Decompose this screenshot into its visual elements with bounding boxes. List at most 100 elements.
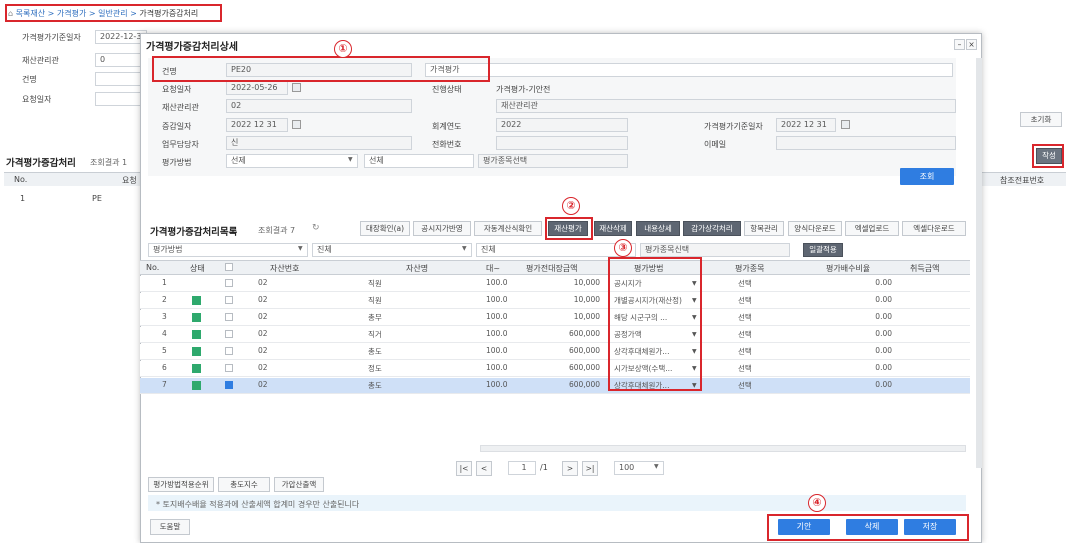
col-header: 자산번호: [270, 264, 300, 273]
row-checkbox[interactable]: [225, 381, 233, 389]
asset-name: 정도: [368, 364, 382, 373]
minimize-button[interactable]: –: [954, 39, 965, 50]
method-select[interactable]: 선제: [226, 154, 358, 168]
chevron-down-icon[interactable]: ▼: [298, 245, 303, 252]
method-label: 평가방법: [162, 158, 192, 167]
pager-page-input[interactable]: 1: [508, 461, 536, 475]
chevron-down-icon[interactable]: ▼: [348, 156, 353, 163]
toolbar-button[interactable]: 대장확인(a): [360, 221, 410, 236]
asset-code: 02: [258, 329, 268, 338]
price-date-label: 가격평가기준일자: [22, 33, 81, 42]
chevron-down-icon[interactable]: ▼: [462, 245, 467, 252]
item-select[interactable]: 선택: [738, 312, 752, 323]
select-all-checkbox[interactable]: [225, 263, 233, 271]
row-no: 7: [162, 380, 167, 389]
row-checkbox[interactable]: [225, 279, 233, 287]
row-checkbox[interactable]: [225, 313, 233, 321]
asset-code: 02: [258, 380, 268, 389]
method-column-highlight: [608, 257, 702, 391]
depreciation-button[interactable]: 감가상각처리: [683, 221, 741, 236]
asset-code: 02: [258, 363, 268, 372]
col-header: 대~: [486, 264, 501, 273]
multiplier: 0.00: [875, 380, 892, 389]
table-row[interactable]: 3 02 총무 100.0 10,000 해당 시군구의 ... ▼ 선택 0.00: [140, 310, 970, 326]
refresh-icon[interactable]: ↻: [312, 223, 320, 233]
amount: 600,000: [568, 329, 600, 338]
pager-last-button[interactable]: >|: [582, 461, 598, 476]
item-select[interactable]: 선택: [738, 380, 752, 391]
toolbar-button[interactable]: 항목관리: [744, 221, 784, 236]
toolbar-button[interactable]: 자동계산식확인: [474, 221, 542, 236]
bottom-tab[interactable]: 가압산출액: [274, 477, 324, 492]
pager-prev-button[interactable]: <: [476, 461, 492, 476]
item-select[interactable]: 선택: [738, 363, 752, 374]
subject-highlight: [152, 56, 490, 82]
pager-next-button[interactable]: >: [562, 461, 578, 476]
ratio-d: 100.0: [486, 295, 508, 304]
method-select-3[interactable]: 평가종목선택: [478, 154, 628, 168]
toolbar-button[interactable]: 엑셀업로드: [845, 221, 899, 236]
apply-all-button[interactable]: 일괄적용: [803, 243, 843, 257]
bg-col-no: No.: [14, 175, 28, 184]
reset-button[interactable]: 초기화: [1020, 112, 1062, 127]
col-header: 취득금액: [910, 264, 940, 273]
table-row[interactable]: 6 02 정도 100.0 600,000 시가보상액(수택... ▼ 선택 0.00: [140, 361, 970, 377]
price-base-field[interactable]: 2022 12 31: [776, 118, 836, 132]
callout-4: ④: [808, 494, 826, 512]
asset-name: 총무: [368, 313, 382, 322]
status-icon: [192, 381, 201, 390]
table-row[interactable]: 2 02 직원 100.0 10,000 개별공시지가(재산정) ▼ 선택 0.00: [140, 293, 970, 309]
method-select-2[interactable]: 선체: [364, 154, 474, 168]
email-field[interactable]: [776, 136, 956, 150]
asset-mgr-field[interactable]: 02: [226, 99, 412, 113]
toolbar-highlight: [545, 217, 593, 240]
request-date-field[interactable]: 2022-05-26: [226, 81, 288, 95]
multiplier: 0.00: [875, 295, 892, 304]
filter-method[interactable]: 평가방법: [148, 243, 308, 257]
fiscal-year-field[interactable]: 2022: [496, 118, 628, 132]
subject-type-field[interactable]: 가격평가: [425, 63, 953, 77]
chevron-down-icon[interactable]: ▼: [654, 463, 659, 470]
ratio-d: 100.0: [486, 278, 508, 287]
calendar-icon[interactable]: [292, 83, 301, 92]
item-select[interactable]: 선택: [738, 278, 752, 289]
table-row[interactable]: 1 02 직원 100.0 10,000 공시지가 ▼ 선택 0.00: [140, 276, 970, 292]
phone-field[interactable]: [496, 136, 628, 150]
bottom-tab[interactable]: 총도지수: [218, 477, 270, 492]
table-row[interactable]: 5 02 총도 100.0 600,000 상각후대체원가... ▼ 선택 0.00: [140, 344, 970, 360]
row-checkbox[interactable]: [225, 296, 233, 304]
filter-item[interactable]: 평가종목신택: [640, 243, 790, 257]
worker-field[interactable]: 신: [226, 136, 412, 150]
row-checkbox[interactable]: [225, 347, 233, 355]
amount: 10,000: [573, 312, 600, 321]
table-row[interactable]: 4 02 직거 100.0 600,000 공정가액 ▼ 선택 0.00: [140, 327, 970, 343]
asset-delete-button[interactable]: 재산삭제: [594, 221, 632, 236]
change-date-field[interactable]: 2022 12 31: [226, 118, 288, 132]
bottom-tab[interactable]: 평가방법적용순위: [148, 477, 214, 492]
email-label: 이메일: [704, 140, 727, 149]
row-checkbox[interactable]: [225, 330, 233, 338]
horizontal-scrollbar[interactable]: [480, 445, 966, 452]
multiplier: 0.00: [875, 363, 892, 372]
row-no: 4: [162, 329, 167, 338]
pager-first-button[interactable]: |<: [456, 461, 472, 476]
toolbar-button[interactable]: 엑셀다운로드: [902, 221, 966, 236]
calendar-icon[interactable]: [292, 120, 301, 129]
close-button[interactable]: ×: [966, 39, 977, 50]
search-button[interactable]: 조회: [900, 168, 954, 185]
vertical-scrollbar[interactable]: [976, 58, 982, 468]
item-select[interactable]: 선택: [738, 295, 752, 306]
table-row[interactable]: 7 02 총도 100.0 600,000 상각후대체원가... ▼ 선택 0.00: [140, 378, 970, 394]
calendar-icon[interactable]: [841, 120, 850, 129]
row-checkbox[interactable]: [225, 364, 233, 372]
toolbar-button[interactable]: 양식다운로드: [788, 221, 842, 236]
asset-code: 02: [258, 295, 268, 304]
detail-button[interactable]: 내용상세: [636, 221, 680, 236]
filter-scope-2[interactable]: 진체: [476, 243, 636, 257]
filter-scope[interactable]: 진체: [312, 243, 472, 257]
change-date-label: 증감일자: [162, 122, 192, 131]
help-button[interactable]: 도움말: [150, 519, 190, 535]
toolbar-button[interactable]: 공시지가반영: [413, 221, 471, 236]
item-select[interactable]: 선택: [738, 346, 752, 357]
item-select[interactable]: 선택: [738, 329, 752, 340]
